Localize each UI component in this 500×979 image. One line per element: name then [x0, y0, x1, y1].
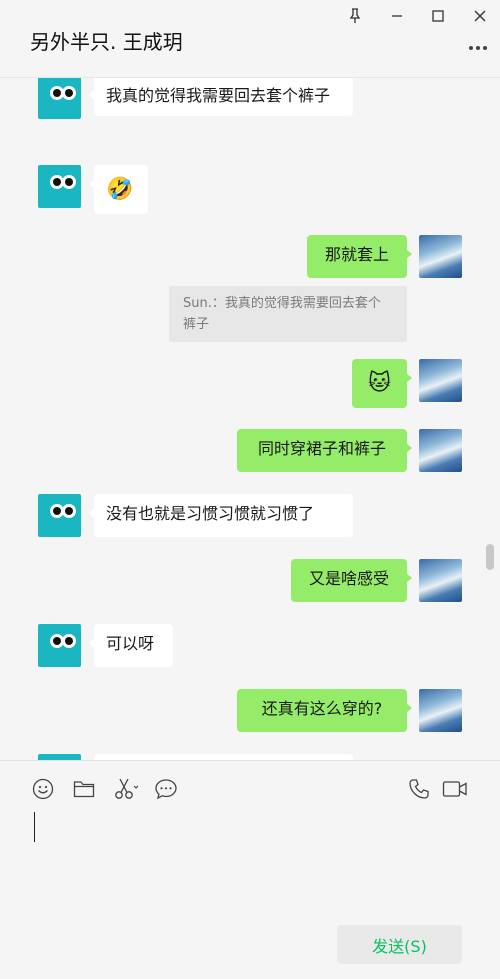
- message-bubble-outgoing[interactable]: 又是啥感受: [291, 559, 412, 602]
- peer-avatar[interactable]: [38, 494, 81, 537]
- chat-history-icon: [155, 779, 177, 800]
- message-text: 同时穿裙子和裤子: [257, 439, 386, 458]
- self-avatar[interactable]: [419, 359, 462, 402]
- video-call-button[interactable]: [441, 777, 469, 801]
- scrollbar-thumb[interactable]: [486, 544, 494, 570]
- maximize-icon: [432, 10, 444, 22]
- laughing-emoji-icon: 🤣: [106, 177, 134, 202]
- emoji-button[interactable]: [31, 777, 55, 801]
- message-bubble-outgoing[interactable]: 那就套上: [307, 235, 412, 278]
- text-caret: [34, 812, 35, 842]
- phone-icon: [409, 779, 429, 799]
- self-avatar[interactable]: [419, 559, 462, 602]
- self-avatar[interactable]: [419, 235, 462, 278]
- more-button[interactable]: [466, 40, 490, 56]
- self-avatar[interactable]: [419, 429, 462, 472]
- message-bubble-outgoing[interactable]: 还真有这么穿的?: [237, 689, 412, 732]
- message-bubble-incoming[interactable]: 我真的觉得我需要回去套个裤子: [89, 78, 353, 116]
- quoted-message[interactable]: Sun.：我真的觉得我需要回去套个裤子: [169, 286, 407, 342]
- cat-emoji-icon: 🐱: [368, 371, 391, 396]
- message-bubble-incoming[interactable]: 可以呀: [89, 624, 173, 667]
- message-text: 又是啥感受: [308, 569, 389, 588]
- message-text: 那就套上: [324, 245, 389, 264]
- quote-text: Sun.：我真的觉得我需要回去套个裤子: [183, 296, 381, 332]
- message-bubble-outgoing[interactable]: 同时穿裙子和裤子: [237, 429, 412, 472]
- scissors-icon: [115, 778, 139, 799]
- chat-title: 另外半只. 王成玥: [30, 30, 183, 54]
- chat-history-button[interactable]: [154, 777, 178, 801]
- maximize-button[interactable]: [426, 4, 450, 28]
- message-text: 还真有这么穿的?: [261, 699, 383, 718]
- folder-icon: [73, 781, 95, 798]
- minimize-button[interactable]: [385, 4, 409, 28]
- close-icon: [474, 10, 486, 22]
- send-button[interactable]: 发送(S): [337, 925, 462, 964]
- pin-icon: [349, 8, 361, 23]
- message-bubble-outgoing[interactable]: 🐱: [352, 359, 412, 408]
- voice-call-button[interactable]: [407, 777, 431, 801]
- message-bubble-incoming[interactable]: 没有也就是习惯习惯就习惯了: [89, 494, 353, 537]
- video-icon: [442, 781, 467, 797]
- screenshot-button[interactable]: [113, 777, 141, 801]
- pin-button[interactable]: [343, 4, 367, 28]
- message-text: 我真的觉得我需要回去套个裤子: [106, 86, 331, 105]
- message-bubble-incoming[interactable]: 🤣: [89, 165, 148, 214]
- emoji-icon: [32, 778, 54, 800]
- close-button[interactable]: [468, 4, 492, 28]
- composer: 发送(S): [0, 760, 500, 979]
- minimize-icon: [392, 15, 402, 17]
- file-button[interactable]: [72, 777, 96, 801]
- self-avatar[interactable]: [419, 689, 462, 732]
- message-text: 可以呀: [106, 634, 155, 653]
- peer-avatar[interactable]: [38, 78, 81, 119]
- peer-avatar[interactable]: [38, 165, 81, 208]
- more-icon: [469, 46, 487, 50]
- message-text: 没有也就是习惯习惯就习惯了: [106, 504, 315, 523]
- peer-avatar[interactable]: [38, 624, 81, 667]
- message-list[interactable]: 我真的觉得我需要回去套个裤子 🤣 那就套上 Sun.：我真的觉得我需要回去套个裤…: [0, 78, 500, 760]
- message-input[interactable]: [30, 809, 470, 919]
- title-bar: 另外半只. 王成玥: [0, 0, 500, 78]
